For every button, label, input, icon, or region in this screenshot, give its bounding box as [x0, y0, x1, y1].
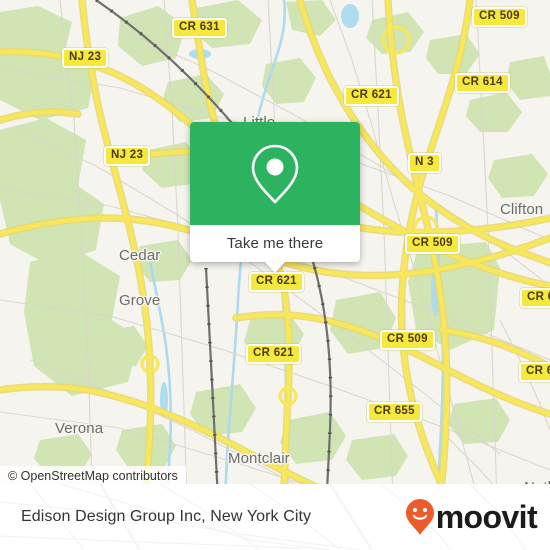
bottom-info-bar: Edison Design Group Inc, New York City m… — [0, 484, 550, 550]
road-shield-label: CR 509 — [387, 333, 428, 345]
moovit-map-page: Little Falls Clifton Cedar Grove Verona … — [0, 0, 550, 550]
moovit-logo[interactable]: moovit — [405, 498, 538, 536]
road-shield-label: CR 631 — [179, 21, 220, 33]
road-shield-cr-644: CR 644 — [519, 362, 550, 382]
road-shield-cr-60: CR 60 — [520, 288, 550, 308]
road-shield-label: CR 509 — [412, 237, 453, 249]
road-shield-label: CR 621 — [351, 89, 392, 101]
location-title: Edison Design Group Inc, New York City — [21, 508, 312, 525]
road-shield-cr-614: CR 614 — [455, 73, 510, 93]
callout-green-panel — [190, 122, 360, 225]
road-shield-label: CR 614 — [462, 76, 503, 88]
road-shield-label: CR 644 — [526, 365, 550, 377]
road-shield-label: CR 621 — [253, 347, 294, 359]
road-shield-cr-621-mid: CR 621 — [249, 272, 304, 292]
road-shield-label: CR 509 — [479, 10, 520, 22]
road-shield-cr-509-north: CR 509 — [472, 7, 527, 27]
map-pin-icon — [251, 144, 299, 203]
road-shield-cr-655: CR 655 — [367, 402, 422, 422]
callout-action-bar[interactable]: Take me there — [190, 225, 360, 262]
road-shield-cr-621-top: CR 621 — [344, 86, 399, 106]
moovit-pin-icon — [405, 499, 434, 535]
road-shield-label: CR 655 — [374, 405, 415, 417]
callout-tail — [265, 262, 285, 273]
road-shield-nj-23-top: NJ 23 — [62, 48, 109, 68]
road-shield-cr-509-mid: CR 509 — [405, 234, 460, 254]
road-shield-cr-509-low: CR 509 — [380, 330, 435, 350]
osm-attribution[interactable]: © OpenStreetMap contributors — [0, 466, 186, 486]
road-shield-n-3: N 3 — [408, 153, 441, 173]
road-shield-cr-621-low: CR 621 — [246, 344, 301, 364]
road-shield-label: NJ 23 — [69, 51, 102, 63]
moovit-wordmark: moovit — [435, 499, 538, 535]
road-shield-label: CR 621 — [256, 275, 297, 287]
road-shield-label: CR 60 — [527, 291, 550, 303]
road-shield-label: NJ 23 — [111, 149, 144, 161]
osm-attribution-text: © OpenStreetMap contributors — [8, 469, 178, 483]
take-me-there-label: Take me there — [226, 235, 324, 252]
road-shield-nj-23-mid: NJ 23 — [104, 146, 151, 166]
location-callout[interactable]: Take me there — [190, 122, 360, 273]
road-shield-label: N 3 — [415, 156, 434, 168]
road-shield-cr-631: CR 631 — [172, 18, 227, 38]
